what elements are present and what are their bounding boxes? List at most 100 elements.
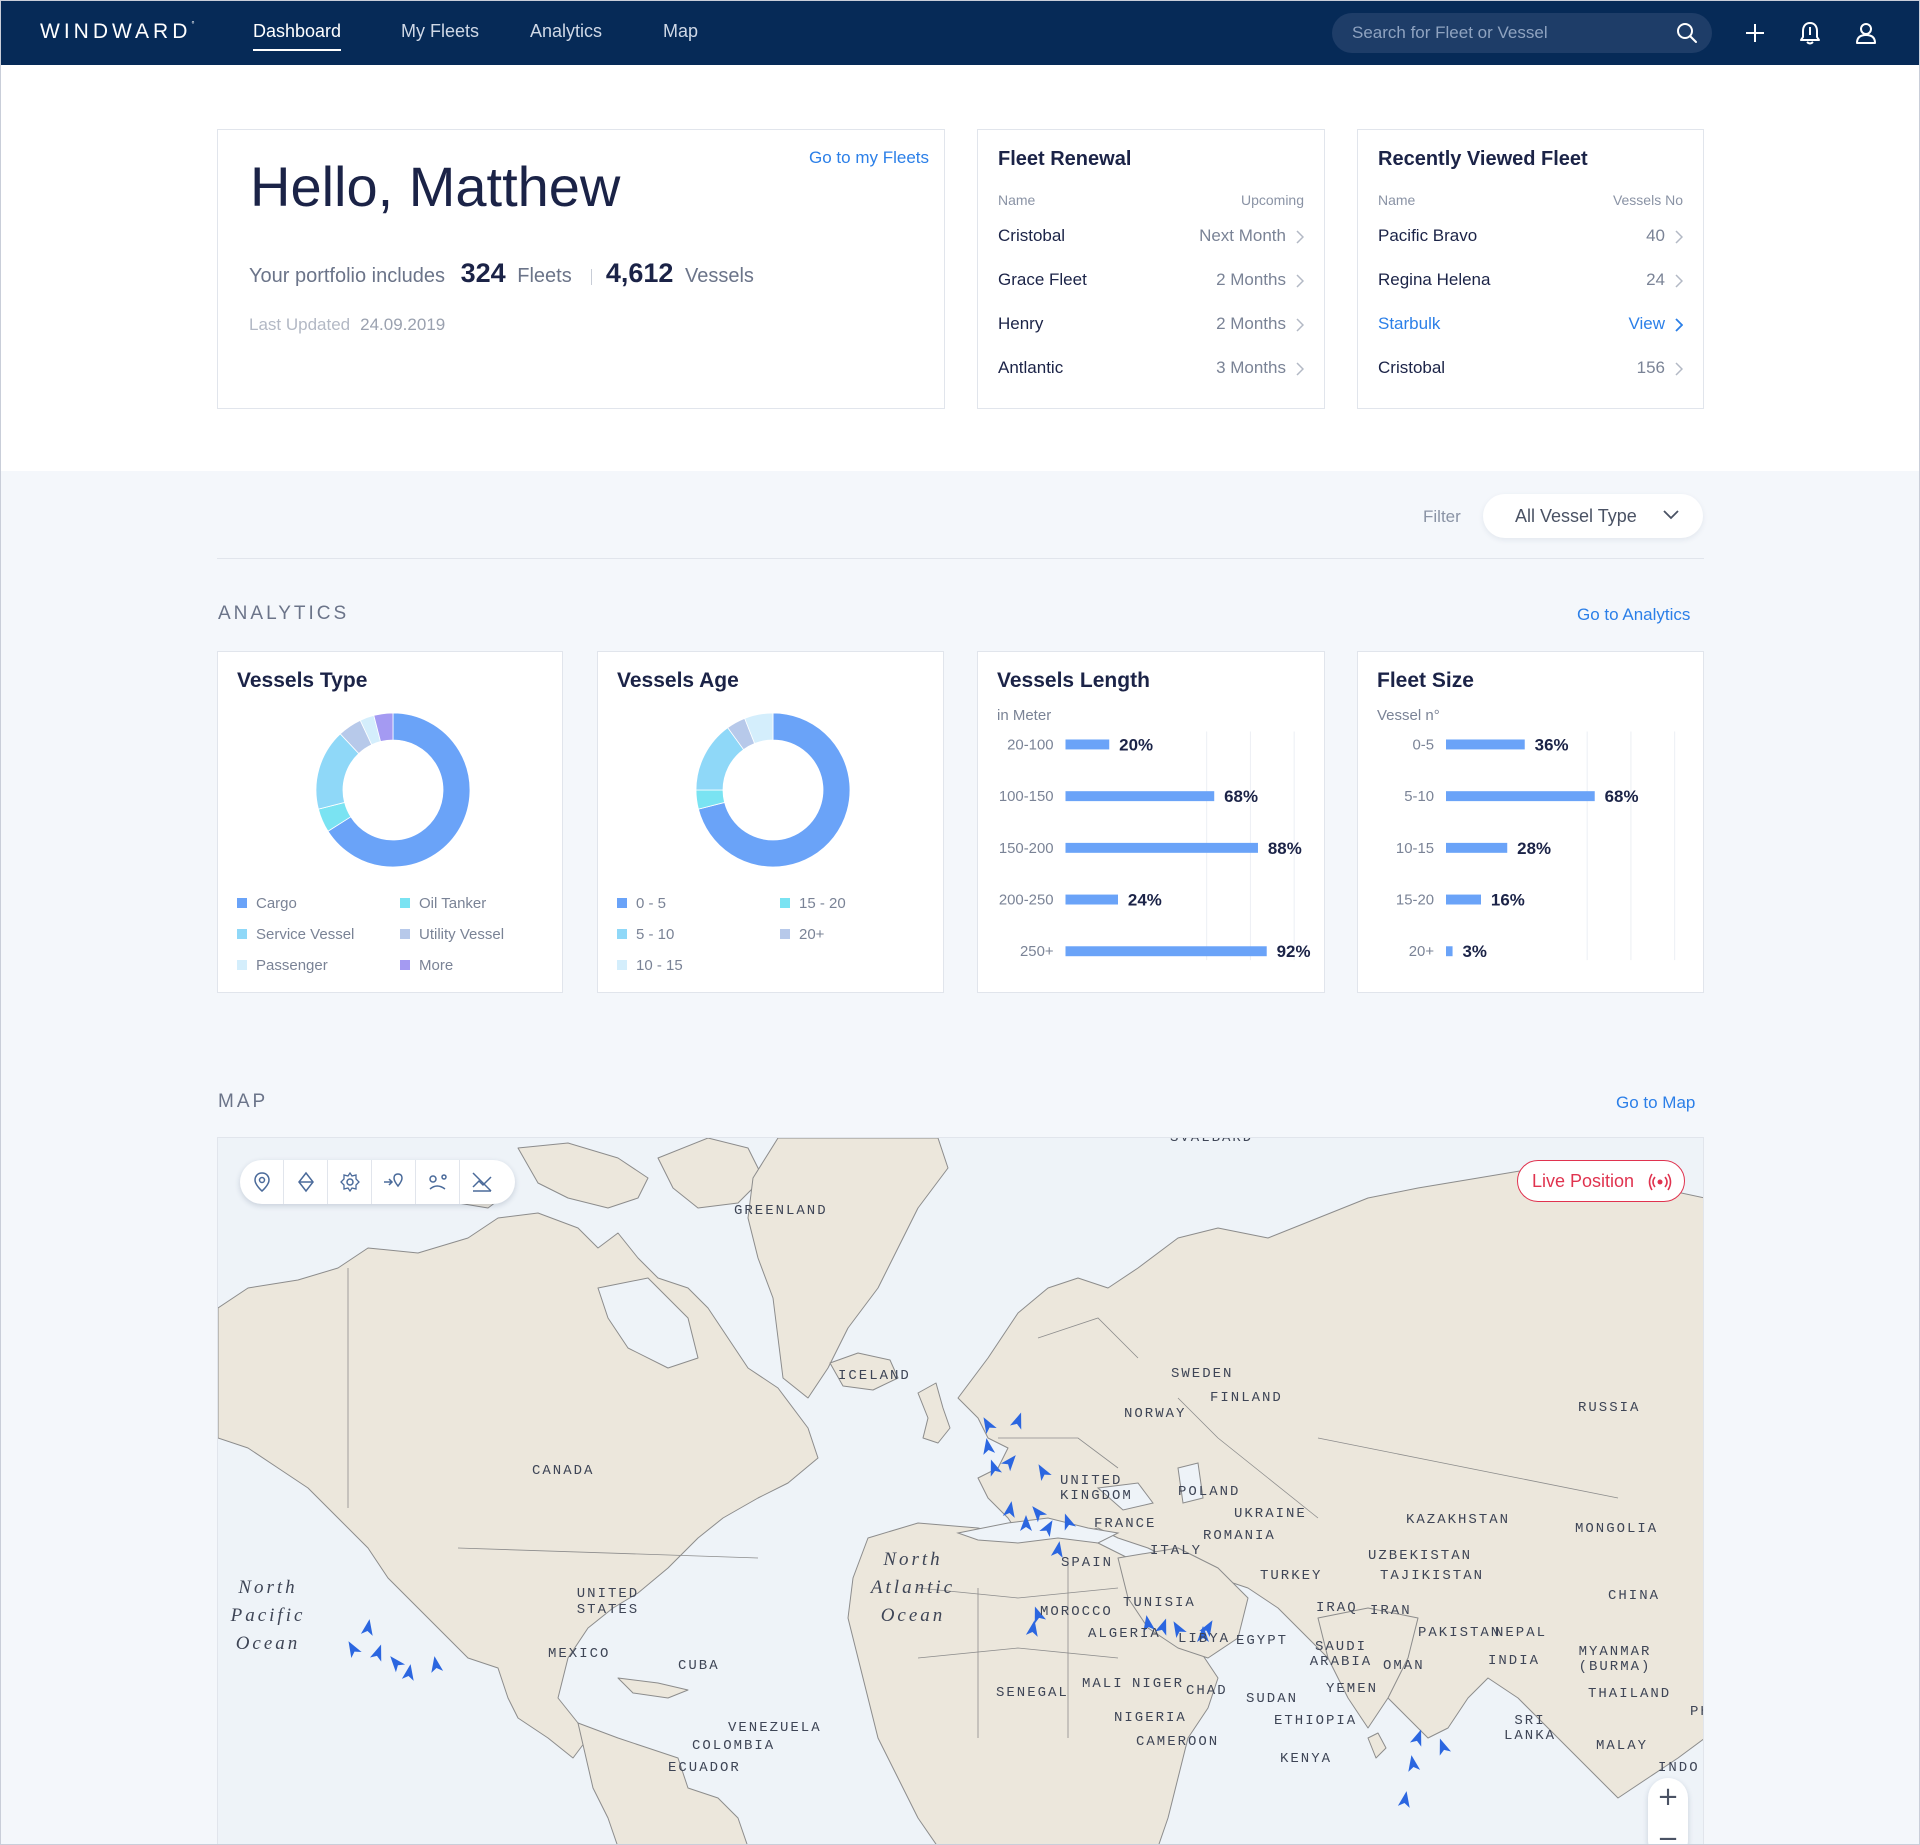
bar[interactable] (1446, 946, 1453, 957)
tick-label: 250+ (1020, 944, 1054, 960)
recently-viewed-card: Recently Viewed Fleet Name Vessels No Pa… (1357, 129, 1704, 409)
bar[interactable] (1446, 894, 1481, 905)
legend-label: More (419, 957, 454, 974)
legend-item: Cargo (237, 895, 297, 912)
list-item[interactable]: Cristobal 156 (1378, 358, 1683, 382)
greeting-text: Hello, Matthew (250, 155, 621, 218)
list-item[interactable]: Antlantic 3 Months (998, 358, 1304, 382)
bar-value-label: 16% (1491, 891, 1525, 910)
list-item[interactable]: Henry 2 Months (998, 314, 1304, 338)
bar[interactable] (1446, 739, 1525, 750)
bar-value-label: 68% (1605, 787, 1639, 806)
legend-label: Utility Vessel (419, 926, 505, 943)
map-label: INDIA (1488, 1653, 1541, 1669)
list-item[interactable]: Regina Helena 24 (1378, 270, 1683, 294)
chevron-down-icon (1663, 510, 1679, 520)
route-arrow-icon (384, 1173, 403, 1188)
legend-swatch (617, 960, 627, 970)
bar[interactable] (1065, 842, 1258, 853)
top-navbar: WINDWARD° Dashboard My Fleets Analytics … (1, 1, 1919, 65)
map-label: SAUDI ARABIA (1309, 1639, 1373, 1670)
bar[interactable] (1065, 739, 1110, 750)
map-label: OMAN (1383, 1658, 1425, 1674)
chevron-right-icon (1675, 230, 1683, 244)
nav-my-fleets[interactable]: My Fleets (401, 21, 479, 42)
vessel-tool[interactable] (284, 1160, 328, 1204)
nav-analytics[interactable]: Analytics (530, 21, 602, 42)
path-tool[interactable] (416, 1160, 460, 1204)
live-position-button[interactable]: Live Position (1517, 1160, 1685, 1202)
map-label: SPAIN (1061, 1555, 1114, 1571)
bar[interactable] (1446, 842, 1508, 853)
legend-swatch (617, 898, 627, 908)
plus-icon[interactable] (1742, 20, 1768, 46)
tick-label: 0-5 (1413, 737, 1435, 753)
vessel-type-filter[interactable]: All Vessel Type (1483, 494, 1703, 538)
map-label: NIGERIA (1114, 1710, 1187, 1726)
tick-label: 100-150 (999, 789, 1054, 805)
go-to-map-link[interactable]: Go to Map (1616, 1093, 1695, 1113)
map-label: MONGOLIA (1575, 1521, 1659, 1537)
filter-label: Filter (1423, 507, 1461, 526)
brand-logo[interactable]: WINDWARD° (40, 20, 195, 44)
list-item-hovered[interactable]: Starbulk View (1378, 314, 1683, 338)
world-map[interactable]: GREENLAND ICELAND SWEDEN FINLAND NORWAY … (217, 1137, 1704, 1845)
legend-item: 5 - 10 (617, 926, 674, 943)
search-box (1332, 13, 1712, 53)
chevron-right-icon (1675, 274, 1683, 288)
map-label: UNITED STATES (576, 1586, 640, 1618)
search-icon[interactable] (1676, 22, 1698, 44)
view-link[interactable]: View (1628, 314, 1665, 334)
go-to-fleets-link[interactable]: Go to my Fleets (809, 148, 929, 168)
chart-off-tool[interactable] (460, 1160, 504, 1204)
map-label: EGYPT (1236, 1633, 1289, 1649)
list-item[interactable]: Pacific Bravo 40 (1378, 226, 1683, 250)
zoom-controls: + − (1648, 1778, 1688, 1844)
nav-dashboard[interactable]: Dashboard (253, 21, 342, 51)
go-to-analytics-link[interactable]: Go to Analytics (1577, 605, 1690, 625)
divider (217, 558, 1704, 559)
legend-item: More (400, 957, 453, 974)
vessels-age-donut (695, 712, 851, 868)
legend-label: 10 - 15 (636, 957, 683, 974)
map-label: PH (1690, 1704, 1703, 1720)
settings-tool[interactable] (328, 1160, 372, 1204)
list-item[interactable]: Grace Fleet 2 Months (998, 270, 1304, 294)
map-label: PAKISTAN (1418, 1625, 1502, 1641)
bar[interactable] (1065, 894, 1118, 905)
chevron-right-icon (1675, 318, 1683, 332)
map-label: MALAY (1596, 1738, 1649, 1754)
bar[interactable] (1446, 791, 1595, 802)
search-input[interactable] (1352, 22, 1662, 44)
map-label: YEMEN (1326, 1681, 1379, 1697)
bar[interactable] (1065, 946, 1267, 957)
vessels-length-bar-chart: 20-100 20% 100-150 68% 150-200 88% 200-250 24% 2… (999, 731, 1310, 961)
legend-item: Oil Tanker (400, 895, 486, 912)
bell-icon[interactable] (1797, 20, 1823, 46)
map-label: FRANCE (1094, 1516, 1157, 1532)
chevron-right-icon (1296, 274, 1304, 288)
zoom-out-button[interactable]: − (1648, 1820, 1688, 1844)
location-pin-tool[interactable] (240, 1160, 284, 1204)
map-label: SUDAN (1246, 1691, 1299, 1707)
map-canvas[interactable] (218, 1138, 1704, 1845)
list-item[interactable]: Cristobal Next Month (998, 226, 1304, 250)
map-label: UKRAINE (1234, 1506, 1307, 1522)
greeting-card: Hello, Matthew Go to my Fleets Your port… (217, 129, 945, 409)
vessels-label: Vessels (684, 265, 754, 287)
map-label: CANADA (532, 1463, 595, 1479)
map-label: SWEDEN (1171, 1366, 1234, 1382)
nav-map[interactable]: Map (663, 21, 698, 42)
route-tool[interactable] (372, 1160, 416, 1204)
chevron-right-icon (1296, 362, 1304, 376)
bar-value-label: 88% (1268, 839, 1302, 858)
bar[interactable] (1065, 791, 1215, 802)
last-updated-label: Last Updated (249, 315, 351, 334)
zoom-in-button[interactable]: + (1648, 1778, 1688, 1818)
user-icon[interactable] (1853, 20, 1879, 46)
divider (591, 268, 593, 285)
fleet-renewal-card: Fleet Renewal Name Upcoming Cristobal Nex… (977, 129, 1325, 409)
map-label: IRAQ (1316, 1600, 1358, 1616)
chart-off-icon (472, 1172, 492, 1192)
map-label: IRAN (1370, 1603, 1412, 1619)
